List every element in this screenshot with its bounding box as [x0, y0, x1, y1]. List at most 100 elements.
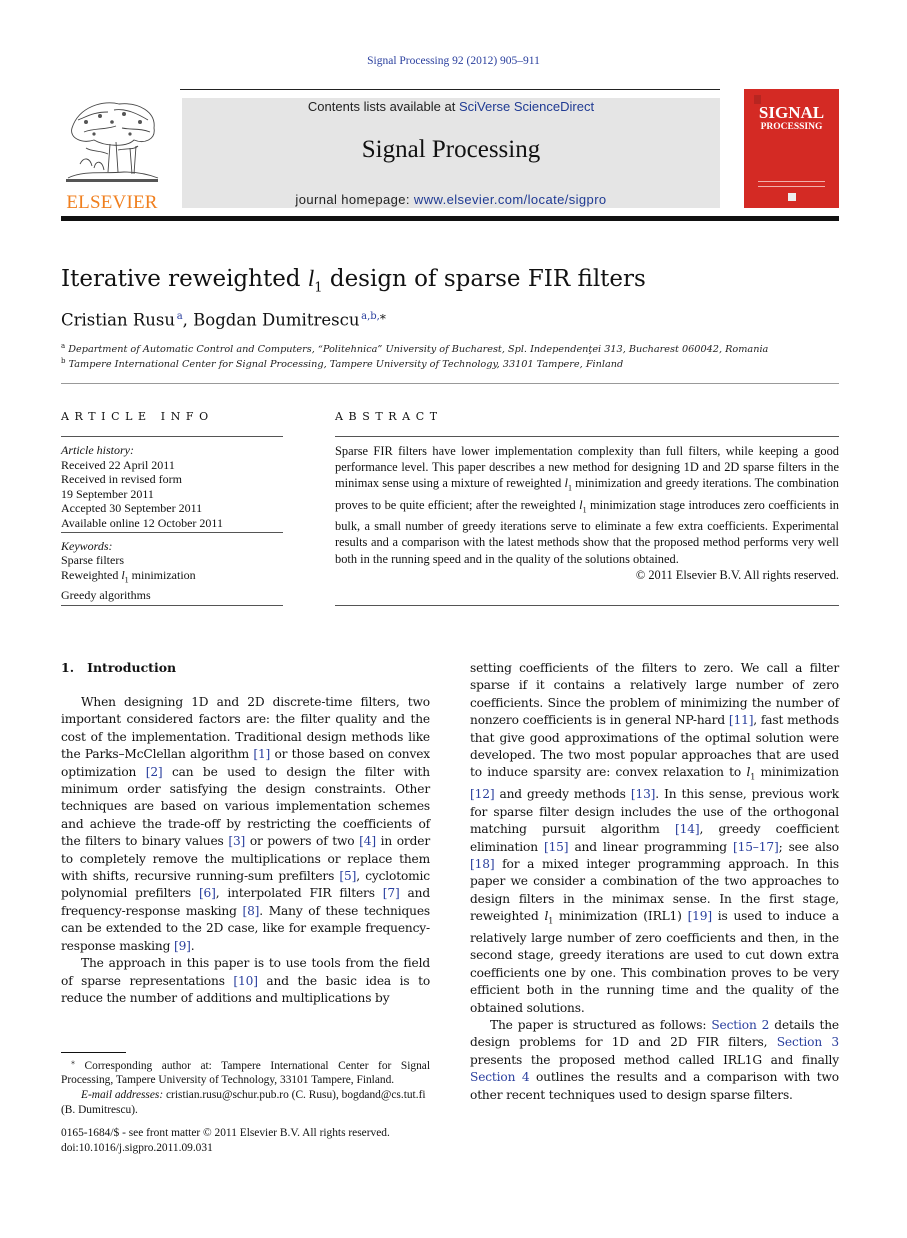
- homepage-prefix: journal homepage:: [295, 192, 414, 207]
- intro-paragraph-1: When designing 1D and 2D discrete-time f…: [61, 694, 430, 955]
- citation-link[interactable]: [11]: [729, 713, 754, 727]
- keyword: Sparse filters: [61, 553, 124, 568]
- history-item: Received in revised form: [61, 472, 182, 487]
- cover-publisher-icon: [788, 193, 796, 201]
- intro-paragraph-3: The paper is structured as follows: Sect…: [470, 1017, 839, 1104]
- citation-link[interactable]: [1]: [253, 747, 270, 761]
- citation-link[interactable]: [6]: [199, 886, 216, 900]
- history-item: Accepted 30 September 2011: [61, 501, 203, 516]
- abstract-paragraph: Sparse FIR filters have lower implementa…: [335, 443, 839, 567]
- abstract-heading: ABSTRACT: [335, 410, 443, 423]
- elsevier-logo[interactable]: ELSEVIER: [62, 98, 162, 213]
- text: and greedy methods: [494, 787, 631, 802]
- right-column: setting coefficients of the filters to z…: [470, 660, 839, 1104]
- homepage-line: journal homepage: www.elsevier.com/locat…: [182, 192, 720, 207]
- header-rule: [180, 89, 720, 90]
- front-matter-line: 0165-1684/$ - see front matter © 2011 El…: [61, 1127, 390, 1139]
- author-separator: ,: [182, 310, 194, 330]
- cover-rule: [758, 181, 825, 182]
- citation-link[interactable]: [8]: [242, 904, 259, 918]
- author-list: Cristian Rusu a, Bogdan Dumitrescu a,b,⁎: [61, 308, 386, 330]
- left-column: When designing 1D and 2D discrete-time f…: [61, 694, 430, 1007]
- cover-title: SIGNAL PROCESSING: [744, 104, 839, 135]
- keyword: Reweighted l1 minimization: [61, 568, 283, 588]
- text: ; see also: [778, 839, 840, 854]
- article-info-heading: ARTICLE INFO: [61, 410, 214, 423]
- text: Corresponding author at: Tampere Interna…: [61, 1059, 430, 1087]
- text: is used to induce a relatively large num…: [470, 909, 839, 1015]
- keyword-part: minimization: [128, 567, 196, 582]
- affiliation-b: b Tampere International Center for Signa…: [61, 357, 623, 370]
- history-item: 19 September 2011: [61, 486, 154, 501]
- citation-link[interactable]: [9]: [174, 939, 191, 953]
- author-name[interactable]: Bogdan Dumitrescu: [193, 311, 359, 330]
- sciencedirect-link[interactable]: SciVerse ScienceDirect: [459, 99, 594, 114]
- cover-title-line2: PROCESSING: [760, 122, 823, 132]
- citation-link[interactable]: [10]: [233, 974, 258, 988]
- title-part: design of sparse FIR filters: [322, 266, 646, 292]
- citation-link[interactable]: [3]: [228, 834, 245, 848]
- citation-link[interactable]: [7]: [383, 886, 400, 900]
- front-matter: 0165-1684/$ - see front matter © 2011 El…: [61, 1126, 430, 1155]
- journal-title[interactable]: Signal Processing: [182, 136, 720, 164]
- article-info: Article history: Received 22 April 2011 …: [61, 443, 283, 602]
- divider: [61, 531, 283, 533]
- journal-banner: Contents lists available at SciVerse Sci…: [182, 98, 720, 208]
- title-part: Iterative reweighted: [61, 266, 308, 292]
- header-thick-rule: [61, 216, 839, 221]
- keyword: Greedy algorithms: [61, 587, 151, 602]
- intro-paragraph-2-cont: setting coefficients of the filters to z…: [470, 660, 839, 1017]
- abstract-text: Sparse FIR filters have lower implementa…: [335, 443, 839, 583]
- journal-cover-image[interactable]: SIGNAL PROCESSING: [744, 89, 839, 208]
- citation-link[interactable]: [19]: [688, 909, 713, 923]
- citation-link[interactable]: [12]: [470, 787, 495, 801]
- footnote-rule: [61, 1052, 126, 1053]
- doi[interactable]: doi:10.1016/j.sigpro.2011.09.031: [61, 1141, 430, 1156]
- history-item: Available online 12 October 2011: [61, 515, 223, 530]
- citation-link[interactable]: [13]: [631, 787, 656, 801]
- contents-prefix: Contents lists available at: [307, 99, 459, 114]
- affiliation-mark: b: [61, 357, 66, 365]
- history-item: Received 22 April 2011: [61, 457, 175, 472]
- article-title: Iterative reweighted l1 design of sparse…: [61, 266, 646, 296]
- citation-link[interactable]: [5]: [339, 869, 356, 883]
- section-link[interactable]: Section 3: [777, 1035, 839, 1049]
- corresponding-author-mark[interactable]: ⁎: [380, 308, 386, 322]
- citation-link[interactable]: [4]: [359, 834, 376, 848]
- section-link[interactable]: Section 4: [470, 1070, 530, 1084]
- journal-reference[interactable]: Signal Processing 92 (2012) 905–911: [0, 55, 907, 67]
- email-note: E-mail addresses: cristian.rusu@schur.pu…: [61, 1088, 430, 1117]
- elsevier-wordmark: ELSEVIER: [66, 192, 158, 213]
- section-link[interactable]: Section 2: [711, 1018, 769, 1032]
- homepage-link[interactable]: www.elsevier.com/locate/sigpro: [414, 192, 607, 207]
- affiliation-text: Tampere International Center for Signal …: [68, 359, 624, 371]
- affiliation-a: a Department of Automatic Control and Co…: [61, 342, 768, 355]
- text: The paper is structured as follows:: [490, 1018, 712, 1032]
- email-label: E-mail addresses:: [81, 1088, 164, 1101]
- elsevier-tree-icon: [66, 102, 159, 182]
- title-math-sub: 1: [314, 280, 323, 296]
- history-label: Article history:: [61, 443, 134, 457]
- author-name[interactable]: Cristian Rusu: [61, 311, 175, 330]
- citation-link[interactable]: [2]: [146, 765, 163, 779]
- affiliation-text: Department of Automatic Control and Comp…: [68, 344, 769, 356]
- corresponding-author-note: ⁎ Corresponding author at: Tampere Inter…: [61, 1055, 430, 1088]
- section-heading-introduction: 1. Introduction: [61, 660, 177, 675]
- text: , interpolated FIR filters: [215, 886, 383, 901]
- affiliation-mark: a: [61, 342, 66, 350]
- contents-line: Contents lists available at SciVerse Sci…: [182, 99, 720, 114]
- author-affiliation-mark[interactable]: a,b,: [361, 311, 380, 322]
- text: and linear programming: [568, 839, 733, 854]
- citation-link[interactable]: [14]: [675, 822, 700, 836]
- text: .: [190, 938, 195, 953]
- keyword-part: Reweighted: [61, 567, 122, 582]
- citation-link[interactable]: [18]: [470, 857, 495, 871]
- divider: [61, 383, 839, 384]
- citation-link[interactable]: [15–17]: [733, 840, 779, 854]
- divider: [335, 436, 839, 437]
- intro-paragraph-2: The approach in this paper is to use too…: [61, 955, 430, 1007]
- abstract-copyright: © 2011 Elsevier B.V. All rights reserved…: [635, 567, 839, 582]
- text: presents the proposed method called IRL1…: [470, 1052, 839, 1067]
- cover-rule: [758, 186, 825, 187]
- citation-link[interactable]: [15]: [544, 840, 569, 854]
